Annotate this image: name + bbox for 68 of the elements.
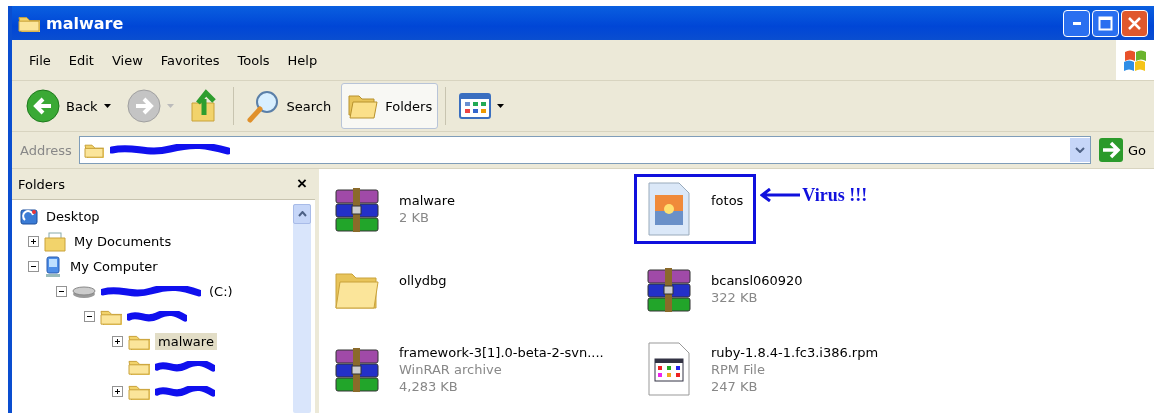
file-detail: 322 KB <box>711 289 759 306</box>
file-name: ollydbg <box>399 272 447 289</box>
back-button[interactable]: Back <box>20 83 117 129</box>
explorer-entry[interactable]: framework-3[1].0-beta-2-svn.... WinRAR archive 4,283 KB <box>329 343 604 395</box>
file-detail: 4,283 KB <box>399 377 459 395</box>
pane-title: Folders <box>18 176 65 192</box>
image-file-icon <box>647 181 691 237</box>
close-icon <box>1127 15 1142 31</box>
menu-item[interactable]: Tools <box>228 52 279 68</box>
dropdown-caret-icon <box>497 104 505 108</box>
maximize-icon <box>1098 15 1113 31</box>
file-detail: RPM File <box>711 360 766 378</box>
explorer-entry[interactable]: fotos <box>641 181 744 237</box>
go-button[interactable]: Go <box>1094 138 1154 162</box>
callout-arrow-icon <box>760 188 801 202</box>
file-name: bcansl060920 <box>711 272 803 289</box>
address-label: Address <box>20 142 73 158</box>
file-name: ruby-1.8.4-1.fc3.i386.rpm <box>711 343 879 361</box>
folders-icon <box>347 92 380 120</box>
menu-item[interactable]: Edit <box>59 52 103 68</box>
explorer-entry[interactable]: malware 2 KB <box>329 184 455 234</box>
go-arrow-icon <box>1098 138 1123 162</box>
search-button[interactable]: Search <box>240 83 338 129</box>
file-name: fotos <box>711 192 744 209</box>
tree-item[interactable]: My Documents <box>71 233 175 250</box>
window-title: malware <box>46 13 124 33</box>
explorer-entry[interactable]: ruby-1.8.4-1.fc3.i386.rpm RPM File 247 KB <box>641 341 879 397</box>
tree-item[interactable]: Desktop <box>43 208 103 225</box>
tree-item[interactable]: (C:) <box>206 283 236 300</box>
folder-icon <box>128 358 150 375</box>
folder-icon <box>83 142 104 158</box>
callout-text: Virus !!! <box>802 184 868 206</box>
menu-item[interactable]: Help <box>278 52 327 68</box>
scroll-up-icon <box>297 211 307 217</box>
folder-icon <box>18 14 40 32</box>
computer-icon <box>44 255 62 278</box>
dropdown-caret-icon <box>103 104 111 108</box>
minimize-button[interactable] <box>1063 9 1090 37</box>
folder-icon <box>100 308 122 325</box>
menu-item[interactable]: File <box>20 52 60 68</box>
folders-button[interactable]: Folders <box>341 83 439 129</box>
close-button[interactable] <box>1121 9 1148 37</box>
folder-icon <box>128 333 150 350</box>
file-detail: 247 KB <box>711 377 759 395</box>
explorer-entry[interactable]: ollydbg <box>329 266 447 312</box>
rpm-file-icon <box>647 341 691 397</box>
close-pane-button[interactable]: × <box>297 174 307 194</box>
file-name: framework-3[1].0-beta-2-svn.... <box>399 343 604 361</box>
menu-item[interactable]: Favorites <box>151 52 229 68</box>
folder-icon <box>128 383 150 400</box>
minimize-icon <box>1072 21 1081 25</box>
explorer-entry[interactable]: bcansl060920 322 KB <box>641 264 803 314</box>
maximize-button[interactable] <box>1092 9 1119 37</box>
desktop-icon <box>20 207 38 226</box>
dropdown-chevron-icon <box>1074 147 1085 153</box>
drive-icon <box>72 284 96 299</box>
scrollbar[interactable] <box>293 204 311 413</box>
documents-icon <box>44 231 66 252</box>
tree-item[interactable]: malware <box>155 333 217 350</box>
dropdown-caret-icon <box>166 104 174 108</box>
file-detail: WinRAR archive <box>399 360 503 378</box>
file-detail: 2 KB <box>399 209 430 226</box>
file-name: malware <box>399 192 455 209</box>
address-field[interactable] <box>78 136 1091 164</box>
tree-item[interactable]: My Computer <box>67 258 161 275</box>
views-grid-icon <box>459 92 492 120</box>
menu-item[interactable]: View <box>102 52 152 68</box>
search-icon <box>246 89 281 123</box>
